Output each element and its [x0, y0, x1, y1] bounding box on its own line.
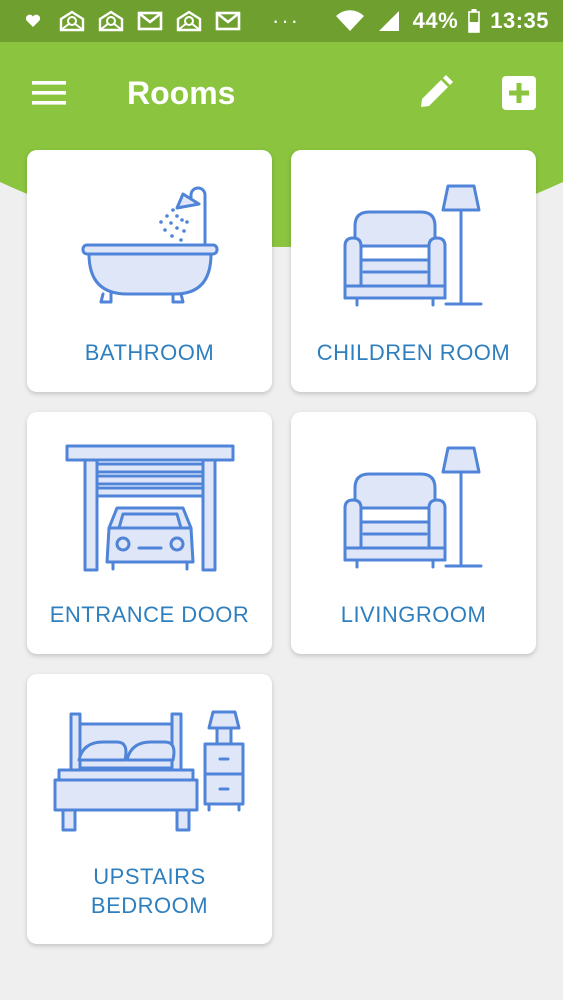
room-label: CHILDREN ROOM [316, 340, 511, 365]
system-icons: 44% 13:35 [335, 8, 549, 34]
room-label: UPSTAIRS BEDROOM [27, 862, 272, 920]
room-card-bathroom[interactable]: BATHROOM [27, 150, 272, 392]
envelope-open-icon [57, 9, 87, 33]
more-notifications: ··· [272, 8, 300, 33]
menu-button[interactable] [28, 72, 70, 114]
garage-car-icon [27, 412, 272, 587]
status-bar: ··· 44% 13:35 [0, 0, 563, 42]
room-label-line: BEDROOM [90, 893, 209, 918]
battery-icon [467, 9, 481, 33]
hamburger-icon [32, 81, 66, 105]
cell-signal-icon [374, 9, 404, 33]
notification-icons: ··· [18, 8, 310, 34]
add-room-button[interactable] [496, 70, 542, 116]
edit-button[interactable] [412, 70, 458, 116]
bathtub-icon [27, 150, 272, 325]
page-title: Rooms [127, 75, 236, 111]
room-card-children-room[interactable]: CHILDREN ROOM [291, 150, 536, 392]
armchair-lamp-icon [291, 150, 536, 325]
envelope-open-icon [174, 9, 204, 33]
app-bar: Rooms [0, 42, 563, 142]
room-card-livingroom[interactable]: LIVINGROOM [291, 412, 536, 654]
pencil-icon [421, 75, 453, 107]
room-label: LIVINGROOM [340, 602, 487, 627]
room-label: BATHROOM [84, 340, 215, 365]
gmail-icon [213, 9, 243, 33]
bed-nightstand-icon [27, 674, 272, 849]
battery-percent: 44% [412, 8, 459, 33]
gmail-icon [135, 9, 165, 33]
armchair-lamp-icon [291, 412, 536, 587]
room-card-upstairs-bedroom[interactable]: UPSTAIRS BEDROOM [27, 674, 272, 944]
wifi-icon [335, 9, 365, 33]
room-label: ENTRANCE DOOR [49, 602, 250, 627]
plus-square-icon [502, 76, 536, 110]
clock: 13:35 [490, 8, 549, 33]
envelope-open-icon [96, 9, 126, 33]
room-label-line: UPSTAIRS [93, 864, 206, 889]
room-card-entrance-door[interactable]: ENTRANCE DOOR [27, 412, 272, 654]
heart-icon [18, 9, 48, 33]
